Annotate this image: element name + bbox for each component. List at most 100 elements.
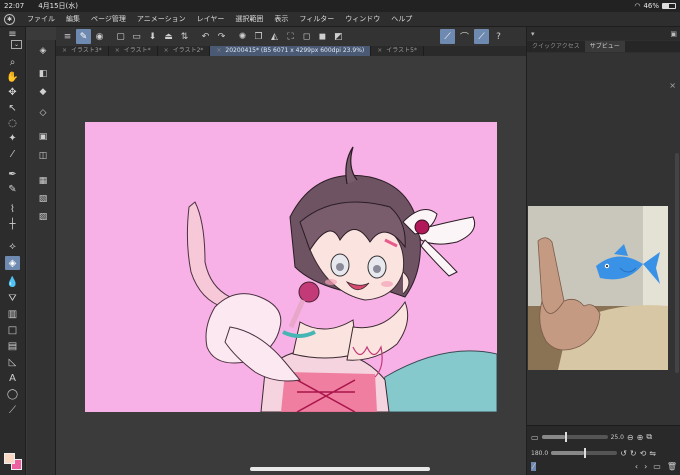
rotate-right-icon[interactable]: ↻ [630,449,637,458]
foreground-color-swatch[interactable] [4,453,15,464]
menu-page[interactable]: ページ管理 [91,14,126,24]
close-icon[interactable]: × [62,47,67,54]
selection-icon[interactable]: ◩ [331,29,346,44]
panel-collapse-icon[interactable]: ▣ [670,30,677,38]
canvas-area[interactable] [56,56,526,475]
operation-tool-icon[interactable]: ↖ [5,101,20,115]
pencil-tool-icon[interactable]: ✎ [5,182,20,196]
export-icon[interactable]: ⏏ [161,29,176,44]
rotate-value[interactable]: 180.0 [531,450,548,457]
menu-layer[interactable]: レイヤー [197,14,225,24]
menu-window[interactable]: ウィンドウ [345,14,380,24]
artwork-canvas[interactable] [85,122,497,412]
layer-copy-icon[interactable]: ◫ [36,149,50,162]
zoom-tool-icon[interactable]: ⌕ [5,55,20,69]
undo-icon[interactable]: ↶ [198,29,213,44]
grid-icon[interactable]: ◼ [315,29,330,44]
layer-settings-icon[interactable]: ▧ [36,192,50,205]
balloon-tool-icon[interactable]: ◯ [5,387,20,401]
fill-icon[interactable]: ◭ [267,29,282,44]
clear-icon[interactable]: ◻ [299,29,314,44]
fit-icon[interactable]: ⧉ [646,432,652,442]
app-logo-icon[interactable]: ✱ [4,13,15,25]
loading-icon[interactable]: ✺ [235,29,250,44]
close-icon[interactable]: × [164,47,169,54]
flip-icon[interactable]: ⇋ [649,449,656,458]
rotate-slider[interactable] [551,448,618,458]
tab-document-active[interactable]: × 20200415* (B5 6071 x 4299px 600dpi 23.9… [210,46,372,56]
layer-list-icon[interactable]: ▨ [36,210,50,223]
copy-icon[interactable]: ❐ [251,29,266,44]
redo-icon[interactable]: ↷ [214,29,229,44]
eyedropper-icon[interactable]: ⁄ [5,147,20,161]
decoration-tool-icon[interactable]: ⟡ [5,239,20,253]
magic-wand-icon[interactable]: ✦ [5,131,20,145]
zoom-slider[interactable] [541,432,608,442]
menu-selection[interactable]: 選択範囲 [235,14,263,24]
hand-tool-icon[interactable]: ✋ [5,70,20,84]
layer-property-icon[interactable]: ▦ [36,174,50,187]
panel-scrollbar[interactable] [675,153,679,373]
prev-icon[interactable]: ‹ [635,462,638,471]
menu-filter[interactable]: フィルター [299,14,334,24]
tab-quick-access[interactable]: クイックアクセス [527,41,585,52]
eyedropper-icon[interactable]: ⁄ [531,462,537,471]
brush-size-icon[interactable]: ⌒ [457,29,472,44]
next-icon[interactable]: › [644,462,647,471]
eraser-tool-icon[interactable]: ◈ [5,256,20,270]
palette-collapse-icon[interactable]: ⌄ [11,40,22,49]
menu-icon[interactable]: ≡ [60,29,75,44]
rotate-left-icon[interactable]: ↺ [620,449,627,458]
arrow-up-down-icon[interactable]: ⇅ [177,29,192,44]
pen-pressure-icon[interactable]: ⟋ [474,29,489,44]
zoom-value[interactable]: 25.0 [611,434,624,441]
close-icon[interactable]: × [216,47,221,54]
eraser-sub-icon[interactable]: ◈ [36,44,50,57]
new-file-icon[interactable]: ▢ [113,29,128,44]
menu-animation[interactable]: アニメーション [137,14,186,24]
pen-tool-icon[interactable]: ✒ [5,167,20,181]
tab-sub-view[interactable]: サブビュー [584,41,625,52]
help-icon[interactable]: ? [491,29,506,44]
frame-tool-icon[interactable]: ▤ [5,339,20,353]
transform-icon[interactable]: ⛶ [283,29,298,44]
gradient-tool-icon[interactable]: ▥ [5,307,20,321]
reset-rotate-icon[interactable]: ⟲ [640,449,647,458]
tab-document-3[interactable]: × イラスト2* [158,46,211,56]
text-tool-icon[interactable]: A [5,371,20,385]
layer-stack-icon[interactable]: ▣ [36,130,50,143]
reference-photo[interactable] [528,206,668,370]
airbrush-icon[interactable]: ┼ [5,217,20,231]
brush-tool-icon[interactable]: ⌇ [5,202,20,216]
menu-edit[interactable]: 編集 [66,14,80,24]
layer-icon[interactable]: ◧ [36,67,50,80]
ruler-tool-icon[interactable]: ◺ [5,355,20,369]
zoom-in-icon[interactable]: ⊕ [637,433,644,442]
move-tool-icon[interactable]: ✥ [5,85,20,99]
save-icon[interactable]: ⬇ [145,29,160,44]
menu-view[interactable]: 表示 [274,14,288,24]
tab-document-5[interactable]: × イラスト5* [371,46,424,56]
tab-document-2[interactable]: × イラスト* [109,46,158,56]
menu-file[interactable]: ファイル [27,14,55,24]
zoom-out-icon[interactable]: ⊖ [627,433,634,442]
eraser-hard-icon[interactable]: ◆ [36,85,50,98]
folder-icon[interactable]: ▭ [653,462,661,471]
redo-snapshot-icon[interactable]: ◉ [92,29,107,44]
home-indicator[interactable] [250,467,430,471]
stabilization-icon[interactable]: ⟋ [440,29,455,44]
trash-icon[interactable]: 🗑 [667,462,677,471]
open-folder-icon[interactable]: ▭ [129,29,144,44]
tool-property-icon[interactable]: ✎ [76,29,91,44]
fill-tool-icon[interactable]: ⛛ [5,291,20,305]
close-icon[interactable]: × [669,81,676,90]
lasso-tool-icon[interactable]: ◌ [5,116,20,130]
menu-help[interactable]: ヘルプ [391,14,412,24]
blend-tool-icon[interactable]: 💧 [5,275,20,289]
hamburger-icon[interactable]: ≡ [5,27,20,41]
close-icon[interactable]: × [115,47,120,54]
close-icon[interactable]: × [377,47,382,54]
eraser-soft-icon[interactable]: ◇ [36,106,50,119]
panel-menu-icon[interactable]: ▾ [531,30,535,38]
figure-tool-icon[interactable]: □ [5,323,20,337]
